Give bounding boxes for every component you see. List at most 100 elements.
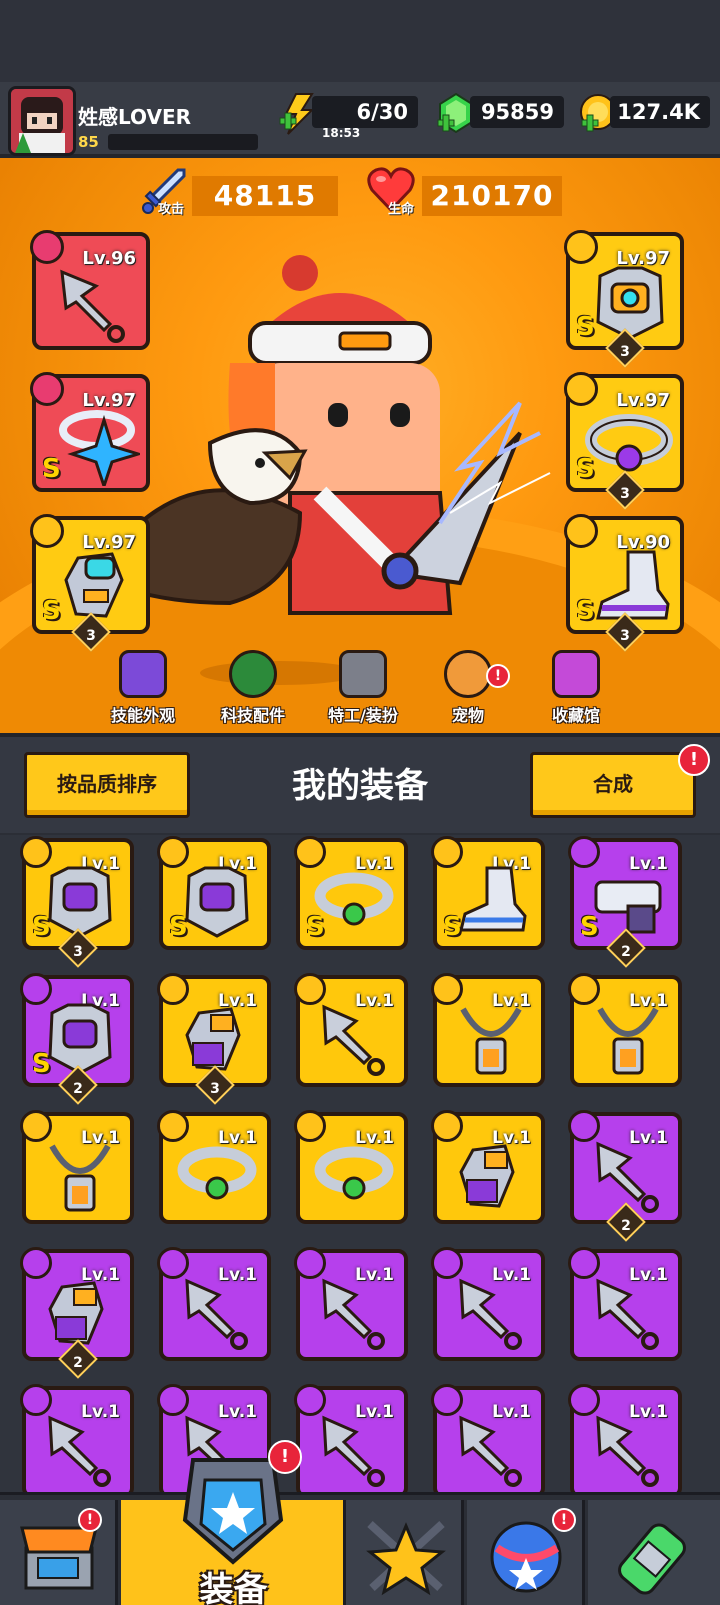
hp-label: 生命 xyxy=(388,202,415,217)
grade-label: S xyxy=(169,912,188,942)
hero-nav-collection[interactable]: 收藏馆 xyxy=(526,650,626,730)
energy-value: 6/30 xyxy=(312,96,418,128)
grade-label: S xyxy=(32,1049,51,1079)
equipped-weapon-slot[interactable]: Lv.96 xyxy=(30,230,150,350)
player-name: 姓感LOVER xyxy=(78,105,192,129)
star-count: 3 xyxy=(73,944,83,960)
grade-label: S xyxy=(306,912,325,942)
kunai-icon xyxy=(459,1415,522,1487)
hero-nav-label: 特工/装扮 xyxy=(328,706,398,725)
kunai-icon xyxy=(596,1415,659,1487)
nav-equipment[interactable]: 装备 xyxy=(121,1458,346,1605)
grade-label: S xyxy=(576,596,595,626)
inventory-item[interactable]: Lv.1 xyxy=(431,973,545,1087)
star-count: 3 xyxy=(620,344,630,360)
merge-button[interactable]: 合成 xyxy=(530,752,696,818)
inventory-item[interactable]: Lv.1 xyxy=(20,1110,134,1224)
hero-nav-label: 技能外观 xyxy=(110,706,175,725)
grade-label: S xyxy=(42,596,61,626)
equipped-boots-slot[interactable]: Lv.90 S 3 xyxy=(564,514,684,652)
inventory-item[interactable]: Lv.1 S xyxy=(431,836,545,950)
inventory-item[interactable]: Lv.1 xyxy=(568,973,682,1087)
collection-icon xyxy=(552,650,600,698)
glove-type-icon xyxy=(30,514,64,548)
necklace-icon xyxy=(597,1007,659,1075)
agent-costume-icon xyxy=(339,650,387,698)
planet-icon xyxy=(490,1521,562,1593)
inventory-item[interactable]: Lv.1 2 xyxy=(20,1247,134,1379)
boots-icon xyxy=(459,866,527,932)
talent-star-icon xyxy=(366,1521,446,1596)
armor-icon xyxy=(596,266,664,340)
equipped-armor-slot[interactable]: Lv.97 S 3 xyxy=(564,230,684,368)
nav-equipment-label: 装备 xyxy=(199,1570,268,1605)
inventory-item[interactable]: Lv.1 xyxy=(431,1110,545,1224)
pet-icon xyxy=(444,650,492,698)
equipped-glove-slot[interactable]: Lv.97 S 3 xyxy=(30,514,150,652)
hero-character-icon xyxy=(107,255,551,685)
belt-icon xyxy=(314,1146,394,1200)
glove-icon xyxy=(459,1144,515,1208)
grade-label: S xyxy=(42,454,61,484)
star-count: 2 xyxy=(621,944,631,960)
inventory-item[interactable]: Lv.1 xyxy=(294,1110,408,1224)
hero-nav-skill-skin[interactable]: 技能外观 xyxy=(93,650,193,730)
hp-value: 210170 xyxy=(422,176,562,216)
star-count: 3 xyxy=(620,628,630,644)
kunai-icon xyxy=(322,1278,385,1350)
inventory-item[interactable]: Lv.1 xyxy=(431,1247,545,1361)
equipped-belt-slot[interactable]: Lv.97 S 3 xyxy=(564,372,684,510)
inventory-item[interactable]: Lv.1 S 2 xyxy=(20,973,134,1105)
player-avatar[interactable] xyxy=(8,86,76,156)
inventory-item[interactable]: Lv.1 xyxy=(431,1384,545,1498)
necklace-icon xyxy=(49,1144,111,1212)
attack-value: 48115 xyxy=(192,176,338,216)
kunai-icon xyxy=(596,1278,659,1350)
nav-gene[interactable] xyxy=(588,1500,720,1605)
inventory-item[interactable]: Lv.1 2 xyxy=(568,1110,682,1242)
hero-nav-tech-parts[interactable]: 科技配件 xyxy=(203,650,303,730)
hero-nav-agent-costume[interactable]: 特工/装扮 xyxy=(313,650,413,730)
coin-value: 127.4K xyxy=(610,96,710,128)
inventory-item[interactable]: Lv.1 3 xyxy=(157,973,271,1105)
inventory-item[interactable]: Lv.1 S 2 xyxy=(568,836,682,968)
inventory-item[interactable]: Lv.1 S 3 xyxy=(20,836,134,968)
belt-icon xyxy=(177,1146,257,1200)
equipped-ring-slot[interactable]: Lv.97 S xyxy=(30,372,150,492)
merge-alert-badge: ! xyxy=(678,744,710,776)
inventory-item[interactable]: Lv.1 S xyxy=(157,836,271,950)
kunai-icon xyxy=(48,1415,111,1487)
inventory-item[interactable]: Lv.1 xyxy=(294,973,408,1087)
hero-nav-pet[interactable]: 宠物 xyxy=(418,650,518,730)
inventory-item[interactable]: Lv.1 xyxy=(294,1384,408,1498)
hero-nav-label: 宠物 xyxy=(451,706,484,725)
belt-icon xyxy=(585,414,673,472)
star-count: 3 xyxy=(210,1081,220,1097)
inventory-item[interactable]: Lv.1 xyxy=(294,1247,408,1361)
kunai-icon xyxy=(322,1004,385,1076)
energy-timer: 18:53 xyxy=(322,126,361,140)
kunai-icon xyxy=(60,269,125,343)
inventory-item[interactable]: Lv.1 xyxy=(568,1247,682,1361)
weapon-type-icon xyxy=(30,230,64,264)
inventory-item[interactable]: Lv.1 xyxy=(20,1384,134,1498)
inventory-item[interactable]: Lv.1 xyxy=(157,1110,271,1224)
star-count: 3 xyxy=(86,628,96,644)
inventory-item[interactable]: Lv.1 xyxy=(568,1384,682,1498)
star-count: 3 xyxy=(620,486,630,502)
ring-icon xyxy=(59,410,140,486)
inventory-item[interactable]: Lv.1 xyxy=(157,1247,271,1361)
equipment-title: 我的装备 xyxy=(292,766,428,806)
pet-alert-badge: ! xyxy=(486,664,510,688)
boots-icon xyxy=(596,550,670,620)
inventory-item[interactable]: Lv.1 S xyxy=(294,836,408,950)
necklace-icon xyxy=(460,1007,522,1075)
hero-nav-label: 收藏馆 xyxy=(551,706,600,725)
gem-value: 95859 xyxy=(470,96,564,128)
equipment-alert-badge: ! xyxy=(268,1440,302,1474)
nav-talent[interactable] xyxy=(346,1500,464,1605)
gene-capsule-icon xyxy=(618,1523,686,1595)
grade-label: S xyxy=(443,912,462,942)
sort-by-quality-button[interactable]: 按品质排序 xyxy=(24,752,190,818)
avatar-portrait-icon xyxy=(11,89,73,153)
